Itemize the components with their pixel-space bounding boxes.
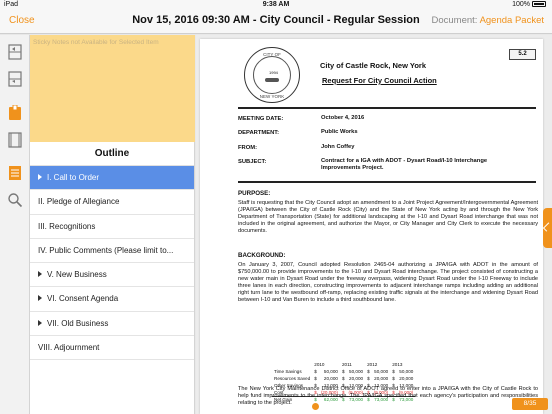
sticky-notes-placeholder: Sticky Notes not Available for Selected … (33, 39, 159, 46)
table-cell: 20,000 (349, 376, 364, 381)
year-header: 2010 (314, 362, 325, 367)
table-row: Time Savings $50,000 $50,000 $50,000 $50,000 (272, 368, 415, 375)
status-time: 9:38 AM (262, 1, 290, 8)
from-value: John Coffey (321, 144, 355, 150)
meeting-date-value: October 4, 2016 (321, 115, 365, 121)
row-label: Time Savings (274, 369, 302, 374)
annotation-marker[interactable] (312, 403, 319, 410)
page-indicator[interactable]: 8/35 (512, 398, 548, 410)
row-label: Resources Saved (274, 376, 311, 381)
nav-bar: Close Nov 15, 2016 09:30 AM - City Counc… (0, 10, 552, 34)
expand-view-icon[interactable] (7, 71, 23, 87)
disclosure-arrow-icon[interactable] (38, 295, 42, 302)
year-header: 2013 (392, 362, 403, 367)
left-toolbar (0, 35, 30, 414)
document-page[interactable]: CITY OF 1994 NEW YORK 5.2 City of Castle… (200, 39, 543, 414)
list-icon[interactable] (7, 165, 23, 181)
outline-item[interactable]: V. New Business (30, 263, 194, 288)
table-cell: 50,000 (374, 369, 389, 374)
outline-item[interactable]: VII. Old Business (30, 312, 194, 337)
disclosure-arrow-icon[interactable] (38, 271, 42, 278)
document-heading: Request For City Council Action (322, 76, 437, 85)
outline-item[interactable]: VIII. Adjournment (30, 336, 194, 361)
table-row: Resources Saved $20,000 $20,000 $20,000 $20,… (272, 375, 415, 382)
meeting-date-label: MEETING DATE: (238, 116, 284, 122)
purpose-text: Staff is requesting that the City Counci… (238, 200, 538, 234)
sticky-notes-panel: Sticky Notes not Available for Selected … (30, 35, 195, 142)
document-viewer[interactable]: CITY OF 1994 NEW YORK 5.2 City of Castle… (196, 35, 552, 414)
table-cell: 20,000 (323, 376, 338, 381)
annotate-icon[interactable] (7, 105, 23, 121)
search-icon[interactable] (7, 192, 23, 208)
film-icon[interactable] (7, 132, 23, 148)
outline-item[interactable]: I. Call to Order (30, 166, 194, 191)
purpose-heading: PURPOSE: (238, 190, 271, 197)
seal-year: 1994 (269, 70, 278, 75)
divider (238, 181, 536, 183)
year-header: 2012 (367, 362, 378, 367)
closing-text: The New York City Maintenance District O… (238, 386, 538, 406)
background-heading: BACKGROUND: (238, 252, 286, 259)
document-label: Document: (431, 15, 478, 26)
document-selector[interactable]: Document: Agenda Packet (432, 15, 545, 26)
city-seal-logo: CITY OF 1994 NEW YORK (244, 47, 300, 103)
document-link[interactable]: Agenda Packet (480, 15, 544, 26)
outline-item-label: II. Pledge of Allegiance (38, 197, 120, 207)
outline-item-label: III. Recognitions (38, 221, 96, 231)
battery-icon (532, 1, 546, 8)
agenda-item-badge: 5.2 (509, 49, 536, 60)
divider (238, 107, 536, 109)
year-header: 2011 (341, 362, 352, 367)
disclosure-arrow-icon[interactable] (38, 174, 42, 180)
document-city: City of Castle Rock, New York (320, 61, 427, 70)
outline-list: I. Call to Order II. Pledge of Allegiance… (30, 166, 194, 361)
outline-item[interactable]: III. Recognitions (30, 215, 194, 239)
outline-item-label: I. Call to Order (47, 173, 100, 182)
table-cell: 20,000 (374, 376, 389, 381)
outline-title: Outline (30, 142, 194, 166)
subject-label: SUBJECT: (238, 159, 267, 165)
subject-value: Contract for a IGA with ADOT - Dysart Ro… (321, 158, 488, 171)
table-cell: 50,000 (323, 369, 338, 374)
battery-indicator: 100% (512, 1, 546, 8)
status-bar: iPad 9:38 AM 100% (0, 0, 552, 10)
background-text: On January 3, 2007, Council adopted Reso… (238, 262, 538, 303)
from-label: FROM: (238, 145, 257, 151)
battery-percent: 100% (512, 1, 530, 8)
split-view-icon[interactable] (7, 44, 23, 60)
outline-panel: Outline I. Call to Order II. Pledge of Al… (30, 142, 195, 414)
disclosure-arrow-icon[interactable] (38, 319, 42, 326)
table-header-row: 2010 2011 2012 2013 (272, 361, 415, 368)
table-cell: 50,000 (349, 369, 364, 374)
outline-item-label: VII. Old Business (47, 318, 109, 328)
outline-item-label: VIII. Adjournment (38, 343, 100, 353)
table-cell: 20,000 (399, 376, 414, 381)
outline-item-label: VI. Consent Agenda (47, 294, 119, 304)
outline-item[interactable]: VI. Consent Agenda (30, 287, 194, 312)
side-panel-toggle[interactable] (543, 208, 552, 248)
outline-item-label: V. New Business (47, 270, 107, 280)
outline-item-label: IV. Public Comments (Please limit to... (38, 245, 174, 255)
seal-bottom-text: NEW YORK (259, 94, 285, 99)
department-value: Public Works (321, 129, 358, 135)
table-cell: 50,000 (399, 369, 414, 374)
outline-item[interactable]: IV. Public Comments (Please limit to... (30, 239, 194, 264)
department-label: DEPARTMENT: (238, 130, 280, 136)
outline-item[interactable]: II. Pledge of Allegiance (30, 190, 194, 215)
